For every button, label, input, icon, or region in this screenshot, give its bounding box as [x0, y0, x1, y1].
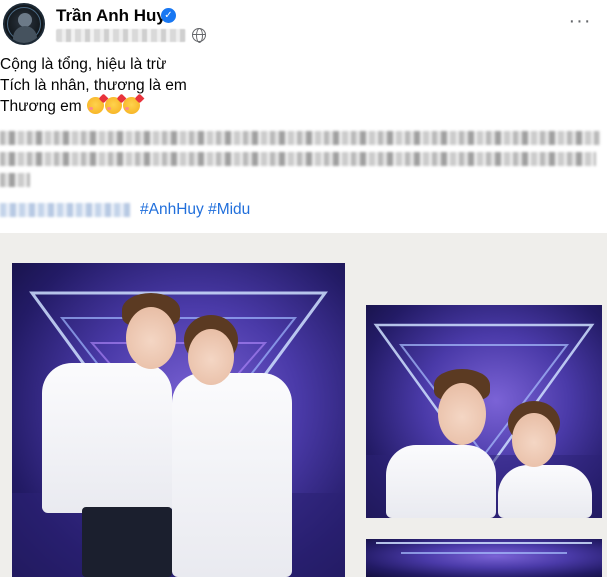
person-left-face	[438, 383, 486, 445]
blurred-line	[0, 173, 30, 187]
post-header: Trần Anh Huy ✓ ···	[0, 0, 607, 52]
hashtag-link[interactable]: #AnhHuy	[140, 201, 204, 218]
blurred-line	[0, 131, 600, 145]
blurred-paragraph	[0, 127, 607, 191]
post-text-line-3: Thương em	[0, 96, 607, 117]
photo-couple-stage-main[interactable]	[12, 263, 345, 577]
hashtag-link[interactable]: #Midu	[208, 201, 250, 218]
stage-neon-lines	[376, 542, 592, 554]
post-text-line-2: Tích là nhân, thương là em	[0, 77, 187, 94]
person-left-shirt	[42, 363, 172, 513]
verified-badge-icon: ✓	[161, 8, 176, 23]
person-left-pants	[82, 507, 172, 577]
blurred-line	[0, 152, 596, 166]
heart-face-emoji-icon	[105, 97, 123, 114]
more-options-button[interactable]: ···	[564, 11, 596, 39]
photo-couple-stage-side[interactable]	[366, 305, 602, 518]
globe-icon[interactable]	[192, 28, 206, 43]
photo-stage-bottom[interactable]	[366, 539, 602, 577]
post-timestamp-blurred[interactable]	[56, 29, 186, 42]
heart-face-emoji-icon	[87, 97, 105, 114]
person-right-face	[512, 413, 556, 467]
hashtag-list: #AnhHuy #Midu	[140, 201, 250, 219]
post-text: Cộng là tổng, hiệu là trừ Tích là nhân, …	[0, 54, 607, 117]
person-left-shirt	[386, 445, 496, 518]
avatar-body	[13, 26, 37, 43]
post-text-line-3-text: Thương em	[0, 98, 82, 115]
person-right-shirt	[172, 373, 292, 577]
post-text-line-1: Cộng là tổng, hiệu là trừ	[0, 56, 167, 73]
heart-face-emoji-icon	[123, 97, 141, 114]
media-grid	[0, 233, 607, 577]
author-avatar[interactable]	[3, 3, 45, 45]
person-right-face	[188, 329, 234, 385]
person-left-face	[126, 307, 176, 369]
author-name[interactable]: Trần Anh Huy	[56, 6, 166, 26]
person-right-shirt	[498, 465, 592, 518]
avatar-head	[18, 13, 32, 27]
blurred-tags	[0, 203, 130, 217]
